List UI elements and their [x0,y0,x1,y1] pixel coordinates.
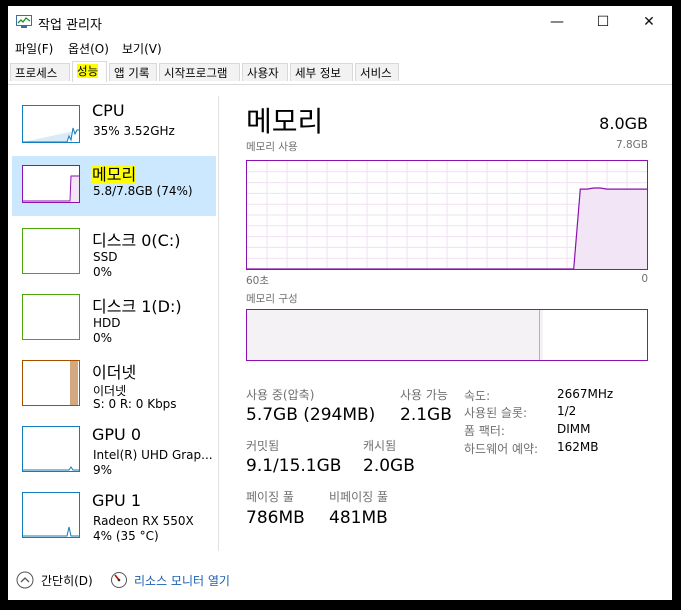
disk0-thumbnail [22,228,80,274]
title-bar: 작업 관리자 — ☐ ✕ [8,6,672,38]
composition-divider-modified [539,310,540,360]
close-button[interactable]: ✕ [626,6,672,38]
menu-options[interactable]: 옵션(O) [68,40,109,57]
resource-monitor-link[interactable]: 리소스 모니터 열기 [110,571,230,589]
sidebar-item-ethernet[interactable]: 이더넷 이더넷 S: 0 R: 0 Kbps [12,354,216,414]
available-label: 사용 가능 [400,388,448,402]
tab-performance-label: 성능 [77,64,99,78]
graph-x-left-label: 60초 [246,275,270,287]
committed-label: 커밋됨 [246,439,280,453]
minimize-icon: — [550,14,564,30]
cached-value: 2.0GB [363,456,415,476]
resource-monitor-label: 리소스 모니터 열기 [134,573,230,588]
sidebar-item-name: GPU 1 [92,491,142,510]
sidebar-item-detail: 5.8/7.8GB (74%) [93,184,193,198]
sidebar-item-value: S: 0 R: 0 Kbps [93,397,177,411]
task-manager-window: 작업 관리자 — ☐ ✕ 파일(F) 옵션(O) 보기(V) 프로세스 성능 앱… [8,6,672,600]
sidebar-item-value: 0% [93,331,113,345]
tab-performance[interactable]: 성능 [72,61,107,82]
sidebar-item-disk0[interactable]: 디스크 0(C:) SSD 0% [12,222,216,282]
sidebar-item-memory[interactable]: 메모리 5.8/7.8GB (74%) [12,156,216,216]
memory-thumbnail [22,165,80,203]
sidebar-item-value: 0% [93,265,113,279]
sidebar-item-gpu1[interactable]: GPU 1 Radeon RX 550X 4% (35 °C) [12,486,216,546]
paged-pool-value: 786MB [246,508,305,528]
resource-monitor-icon [111,572,127,588]
gpu0-thumbnail [22,426,80,472]
speed-value: 2667MHz [557,387,614,401]
window-title: 작업 관리자 [38,18,102,33]
sidebar-item-gpu0[interactable]: GPU 0 Intel(R) UHD Grap... 9% [12,420,216,480]
sidebar-item-value: 9% [93,463,113,477]
tab-startup[interactable]: 시작프로그램 [159,63,240,81]
tab-services[interactable]: 서비스 [355,63,399,81]
in-use-label: 사용 중(압축) [246,388,315,402]
cached-label: 캐시됨 [363,439,397,453]
tab-processes[interactable]: 프로세스 [10,63,70,81]
menu-file[interactable]: 파일(F) [15,40,53,57]
usage-graph-max: 7.8GB [615,139,648,151]
disk1-thumbnail [22,294,80,340]
memory-composition-bar [246,309,648,361]
maximize-icon: ☐ [596,14,610,30]
ethernet-thumbnail [22,360,80,406]
sidebar-item-name: 디스크 0(C:) [92,231,181,250]
pane-divider[interactable] [218,96,219,551]
tab-bar: 프로세스 성능 앱 기록 시작프로그램 사용자 세부 정보 서비스 [8,61,672,85]
form-factor-value: DIMM [557,422,591,436]
sidebar-item-name: 이더넷 [92,363,137,382]
graph-x-right-label: 0 [641,273,648,285]
committed-value: 9.1/15.1GB [246,456,342,476]
usage-graph-label: 메모리 사용 [246,141,298,153]
sidebar-item-disk1[interactable]: 디스크 1(D:) HDD 0% [12,288,216,348]
paged-pool-label: 페이징 풀 [246,490,294,504]
slots-label: 사용된 슬롯: [464,406,528,420]
memory-usage-graph [246,160,648,270]
sidebar-item-name: GPU 0 [92,425,142,444]
sidebar-item-cpu[interactable]: CPU 35% 3.52GHz [12,96,216,156]
sidebar-item-detail: SSD [93,250,118,264]
composition-free [543,310,647,360]
collapse-button[interactable]: 간단히(D) [16,571,93,589]
nonpaged-pool-label: 비페이징 풀 [329,490,389,504]
sidebar-item-value: 4% (35 °C) [93,529,159,543]
memory-highlight: 메모리 [92,165,137,184]
form-factor-label: 폼 팩터: [464,424,505,438]
resource-sidebar: CPU 35% 3.52GHz 메모리 5.8/7.8GB (74%) 디스크 … [12,96,216,561]
sidebar-item-detail: HDD [93,316,121,330]
gpu1-thumbnail [22,492,80,538]
sidebar-item-detail: Radeon RX 550X [93,514,194,528]
chevron-up-icon [16,571,34,589]
sidebar-item-name: 디스크 1(D:) [92,297,182,316]
page-title: 메모리 [246,105,324,138]
sidebar-item-name: 메모리 [92,161,137,185]
cpu-thumbnail [22,105,80,143]
menu-view[interactable]: 보기(V) [122,40,162,57]
minimize-button[interactable]: — [534,6,580,38]
maximize-button[interactable]: ☐ [580,6,626,38]
available-value: 2.1GB [400,405,452,425]
collapse-label: 간단히(D) [41,573,93,588]
sidebar-item-detail: 35% 3.52GHz [93,124,175,138]
composition-label: 메모리 구성 [246,293,298,305]
footer-bar: 간단히(D) 리소스 모니터 열기 [8,562,672,600]
sidebar-item-name: CPU [92,101,125,120]
close-icon: ✕ [643,14,655,30]
hw-reserved-value: 162MB [557,440,599,454]
total-memory: 8.0GB [599,114,648,133]
tab-users[interactable]: 사용자 [242,63,288,81]
slots-value: 1/2 [557,404,577,418]
in-use-value: 5.7GB (294MB) [246,405,376,425]
speed-label: 속도: [464,389,491,403]
sidebar-item-detail: Intel(R) UHD Grap... [93,448,213,462]
tab-details[interactable]: 세부 정보 [290,63,353,81]
task-manager-icon [16,15,32,28]
tab-app-history[interactable]: 앱 기록 [109,63,157,81]
hw-reserved-label: 하드웨어 예약: [464,442,539,456]
nonpaged-pool-value: 481MB [329,508,388,528]
